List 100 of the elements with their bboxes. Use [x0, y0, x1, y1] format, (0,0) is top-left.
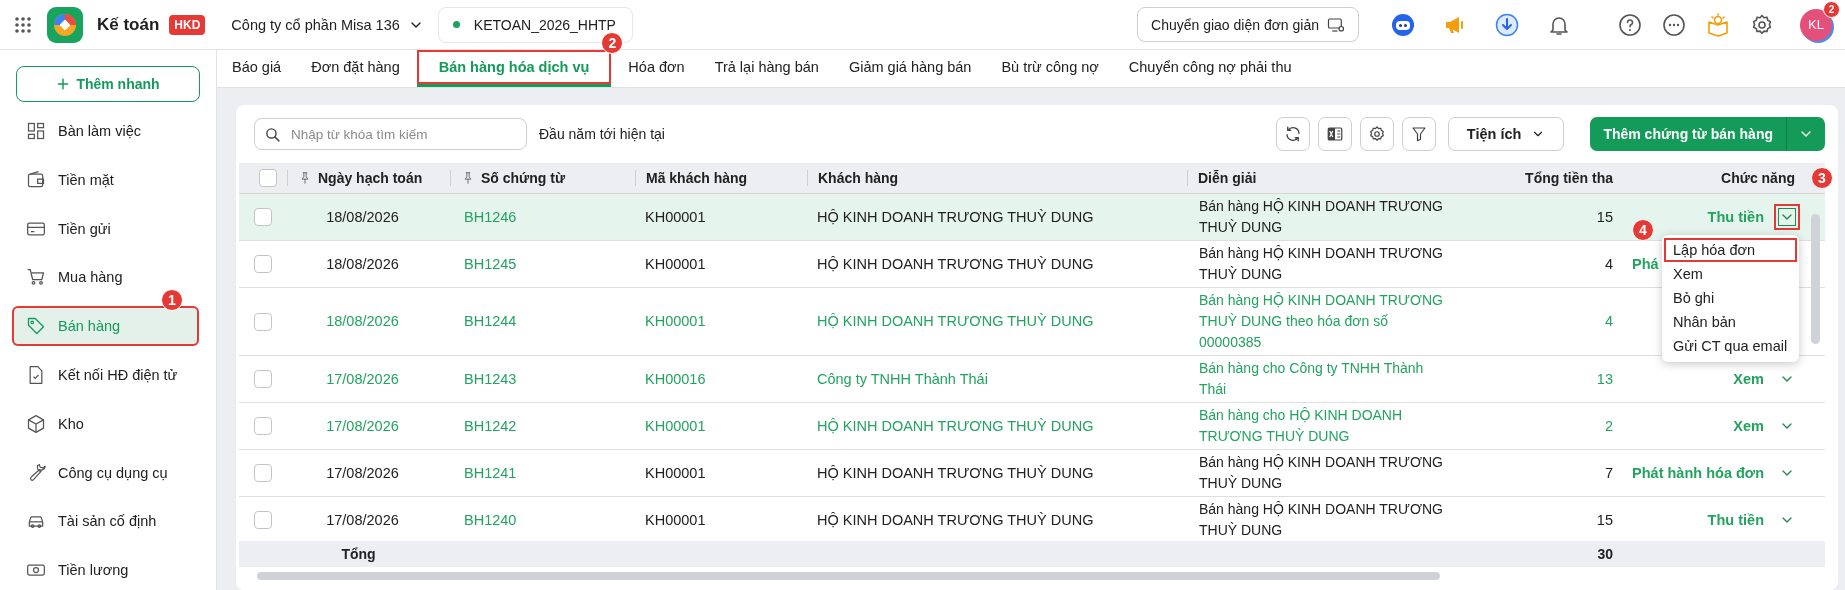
sidebar-item[interactable]: Tiền mặt	[12, 159, 199, 200]
column-header[interactable]: Diễn giải	[1198, 170, 1257, 186]
sidebar-item[interactable]: Bàn làm việc	[12, 111, 199, 151]
sidebar-item[interactable]: Tiền gửi	[12, 208, 199, 249]
total-cell-text: 4	[1603, 254, 1613, 274]
status-dot-icon	[452, 21, 460, 28]
column-header[interactable]: Số chứng từ	[481, 170, 566, 186]
customer-code-cell-text: KH00016	[644, 369, 707, 389]
settings-button[interactable]	[1359, 117, 1394, 151]
column-header[interactable]: Chức năng	[1721, 170, 1795, 186]
wallet-icon	[26, 169, 46, 190]
export-excel-button[interactable]	[1317, 117, 1352, 151]
menu-item[interactable]: Bỏ ghi	[1664, 286, 1797, 310]
menu-item[interactable]: Xem	[1664, 262, 1797, 286]
step-number-badge: 3	[1811, 167, 1833, 189]
simple-mode-button[interactable]: Chuyển giao diện đơn giản	[1137, 7, 1359, 42]
app-grid-icon[interactable]	[14, 15, 32, 34]
tab[interactable]: Trả lại hàng bán	[701, 50, 832, 87]
step-number-badge: 1	[161, 289, 183, 312]
plan-badge: HKD	[169, 14, 206, 35]
quick-add-button[interactable]: Thêm nhanh	[16, 66, 200, 102]
column-header[interactable]: Ngày hạch toán	[318, 170, 423, 186]
column-header[interactable]: Tổng tiền tha	[1525, 170, 1613, 186]
description-cell-text: Bán hàng cho HỘ KINH DOANH TRƯƠNG THUỲ DUNG	[1198, 406, 1404, 446]
customer-cell-text: HỘ KINH DOANH TRƯƠNG THUỲ DUNG	[816, 254, 1095, 274]
tab[interactable]: Đơn đặt hàng	[298, 50, 413, 87]
total-cell-text: 13	[1595, 369, 1613, 389]
date-cell-text: 17/08/2026	[325, 463, 400, 483]
sidebar-item[interactable]: Kết nối HĐ điện tử	[12, 355, 199, 395]
tab[interactable]: Bù trừ công nợ	[988, 50, 1112, 87]
customer-cell-text: HỘ KINH DOANH TRƯƠNG THUỲ DUNG	[816, 207, 1095, 227]
sidebar-item[interactable]: Tiền lương	[12, 550, 199, 590]
robot-face-icon[interactable]	[1391, 12, 1415, 37]
help-icon[interactable]	[1618, 12, 1642, 37]
total-cell-text: 15	[1595, 207, 1613, 227]
customer-code-cell-text: KH00001	[644, 416, 707, 436]
row-checkbox[interactable]	[254, 511, 272, 529]
customer-cell-text: HỘ KINH DOANH TRƯƠNG THUỲ DUNG	[816, 416, 1095, 436]
description-cell-text: Bán hàng HỘ KINH DOANH TRƯƠNG THUỲ DUNG theo hóa đơn số 00000385	[1198, 291, 1444, 352]
sidebar-item[interactable]: Kho	[12, 403, 199, 444]
refresh-icon	[1283, 125, 1302, 143]
date-cell-text: 18/08/2026	[325, 207, 400, 227]
row-checkbox[interactable]	[254, 417, 272, 435]
search-icon	[264, 126, 281, 143]
customer-code-cell-text: KH00001	[644, 510, 707, 530]
utilities-button[interactable]: Tiện ích	[1447, 117, 1565, 151]
total-cell-text: 4	[1603, 312, 1613, 331]
settings-icon[interactable]	[1750, 12, 1774, 37]
tab[interactable]: Giảm giá hàng bán	[835, 50, 985, 87]
spreadsheet-icon	[1325, 125, 1344, 143]
row-checkbox[interactable]	[254, 312, 272, 331]
menu-item[interactable]: Nhân bản	[1664, 310, 1797, 334]
customer-code-cell-text: KH00001	[644, 207, 707, 227]
more-icon[interactable]	[1662, 12, 1686, 37]
filter-button[interactable]	[1401, 117, 1436, 151]
customer-code-cell-text: KH00001	[644, 463, 707, 483]
column-header[interactable]: Mã khách hàng	[646, 170, 748, 186]
select-all-checkbox[interactable]	[259, 169, 277, 187]
tab[interactable]: Bán hàng hóa dịch vụ	[416, 50, 612, 87]
avatar-initials: KL	[1808, 17, 1824, 32]
customer-cell-text: Công ty TNHH Thành Thái	[816, 369, 989, 389]
refresh-button[interactable]	[1275, 117, 1310, 151]
menu-item[interactable]: Lập hóa đơn	[1664, 238, 1797, 262]
description-cell-text: Bán hàng HỘ KINH DOANH TRƯƠNG THUỲ DUNG	[1198, 453, 1444, 493]
monitor-settings-icon	[1327, 15, 1345, 34]
add-options-button[interactable]	[1786, 117, 1825, 151]
date-cell-text: 17/08/2026	[325, 416, 400, 436]
customer-cell-text: HỘ KINH DOANH TRƯƠNG THUỲ DUNG	[816, 463, 1095, 483]
row-checkbox[interactable]	[254, 370, 272, 388]
lightbulb-book-icon[interactable]	[1706, 12, 1730, 37]
customer-code-cell-text: KH00001	[644, 312, 707, 331]
database-name: KETOAN_2026_HHTP	[473, 16, 616, 33]
description-cell-text: Bán hàng HỘ KINH DOANH TRƯƠNG THUỲ DUNG	[1198, 500, 1444, 539]
date-cell-text: 18/08/2026	[325, 254, 400, 274]
total-cell-text: 7	[1603, 463, 1613, 483]
app-title: Kế toán	[97, 14, 160, 35]
row-checkbox[interactable]	[254, 255, 272, 273]
horizontal-scrollbar[interactable]	[257, 571, 1440, 580]
column-header[interactable]: Khách hàng	[818, 170, 899, 186]
tag-icon	[26, 316, 46, 337]
dashboard-icon	[26, 121, 46, 141]
menu-item[interactable]: Gửi CT qua email	[1664, 334, 1797, 358]
customer-cell-text: HỘ KINH DOANH TRƯƠNG THUỲ DUNG	[816, 510, 1095, 530]
grand-total: 30	[1596, 546, 1613, 562]
company-selector[interactable]: Công ty cổ phần Misa 136	[231, 16, 424, 33]
search-field[interactable]: Nhập từ khóa tìm kiếm	[254, 118, 527, 150]
plus-icon	[56, 77, 71, 91]
add-voucher-button[interactable]: Thêm chứng từ bán hàng	[1590, 117, 1786, 151]
download-icon[interactable]	[1495, 12, 1519, 37]
period-filter[interactable]: Đầu năm tới hiện tại	[539, 126, 665, 142]
tab[interactable]: Chuyển công nợ phải thu	[1115, 50, 1305, 87]
sidebar-item[interactable]: Tài sản cố định	[12, 501, 199, 542]
tab[interactable]: Báo giá	[219, 50, 295, 87]
row-action-dropdown[interactable]	[1774, 204, 1800, 230]
sidebar-item[interactable]: Công cụ dụng cụ	[12, 452, 199, 493]
row-checkbox[interactable]	[254, 208, 272, 226]
vertical-scrollbar[interactable]	[1811, 214, 1820, 344]
settings-icon	[1367, 125, 1386, 143]
table-row[interactable]: 17/08/2026 BH1241 KH00001 HỘ KINH DOANH TRƯƠNG THUỲ DUNG Bán hàng HỘ KINH DOANH TRƯƠNG THUỲ DUNG 7 Phát hành hóa đơn	[239, 450, 1825, 497]
row-checkbox[interactable]	[254, 464, 272, 482]
